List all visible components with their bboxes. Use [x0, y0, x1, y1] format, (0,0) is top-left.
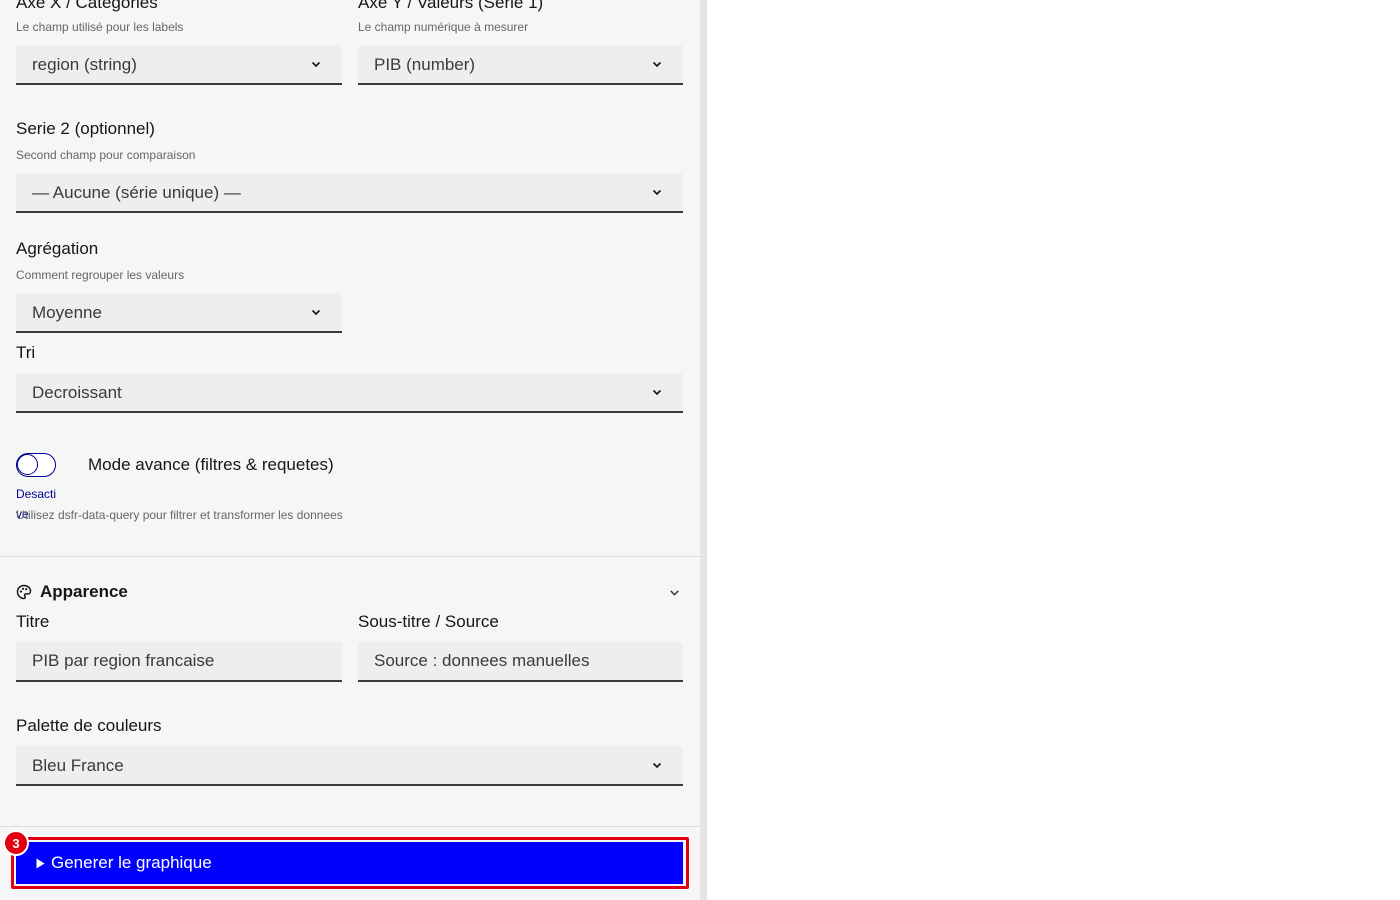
- chevron-down-icon: [311, 61, 321, 68]
- sort-label: Tri: [16, 343, 36, 362]
- x-axis-select[interactable]: region (string): [16, 45, 342, 85]
- footer-divider: [0, 826, 700, 827]
- panel-scrollbar[interactable]: [700, 0, 707, 900]
- appearance-section-header[interactable]: Apparence: [16, 582, 128, 602]
- chart-config-panel: Axe X / Categories Le champ utilisé pour…: [0, 0, 700, 900]
- x-axis-select-value: region (string): [32, 55, 137, 74]
- toggle-knob: [17, 454, 38, 475]
- subtitle-label: Sous-titre / Source: [358, 612, 499, 631]
- title-input[interactable]: [16, 642, 342, 682]
- x-axis-hint: Le champ utilisé pour les labels: [16, 20, 184, 34]
- play-icon: [36, 858, 45, 868]
- palette-select-value: Bleu France: [32, 756, 124, 775]
- aggregation-select-value: Moyenne: [32, 303, 102, 322]
- appearance-section-title: Apparence: [40, 582, 128, 601]
- serie2-hint: Second champ pour comparaison: [16, 148, 196, 162]
- serie2-label: Serie 2 (optionnel): [16, 119, 155, 138]
- step-badge: 3: [3, 830, 29, 856]
- serie2-select[interactable]: — Aucune (série unique) —: [16, 173, 683, 213]
- chevron-down-icon[interactable]: [668, 586, 681, 599]
- preview-area: [707, 0, 1400, 900]
- x-axis-label: Axe X / Categories: [16, 0, 158, 12]
- chevron-down-icon: [311, 309, 321, 316]
- chevron-down-icon: [652, 61, 662, 68]
- advanced-mode-toggle[interactable]: [16, 453, 56, 477]
- y-axis-select-value: PIB (number): [374, 55, 476, 74]
- aggregation-hint: Comment regrouper les valeurs: [16, 268, 185, 282]
- serie2-select-value: — Aucune (série unique) —: [32, 183, 241, 202]
- y-axis-label: Axe Y / Valeurs (Serie 1): [358, 0, 544, 12]
- aggregation-select[interactable]: Moyenne: [16, 293, 342, 333]
- palette-select[interactable]: Bleu France: [16, 746, 683, 786]
- advanced-mode-hint: Utilisez dsfr-data-query pour filtrer et…: [16, 508, 343, 522]
- y-axis-hint: Le champ numérique à mesurer: [358, 20, 529, 34]
- sort-select-value: Decroissant: [32, 383, 122, 402]
- y-axis-select[interactable]: PIB (number): [358, 45, 683, 85]
- advanced-mode-label[interactable]: Mode avance (filtres & requetes): [88, 455, 334, 475]
- subtitle-input[interactable]: [358, 642, 683, 682]
- aggregation-label: Agrégation: [16, 239, 99, 258]
- chevron-down-icon: [652, 762, 662, 769]
- palette-label: Palette de couleurs: [16, 716, 162, 735]
- generate-chart-button[interactable]: Generer le graphique: [16, 842, 683, 884]
- section-divider: [0, 556, 700, 557]
- generate-chart-button-label: Generer le graphique: [51, 853, 212, 872]
- chevron-down-icon: [652, 389, 662, 396]
- palette-icon: [16, 584, 32, 600]
- title-label: Titre: [16, 612, 50, 631]
- chevron-down-icon: [652, 189, 662, 196]
- sort-select[interactable]: Decroissant: [16, 373, 683, 413]
